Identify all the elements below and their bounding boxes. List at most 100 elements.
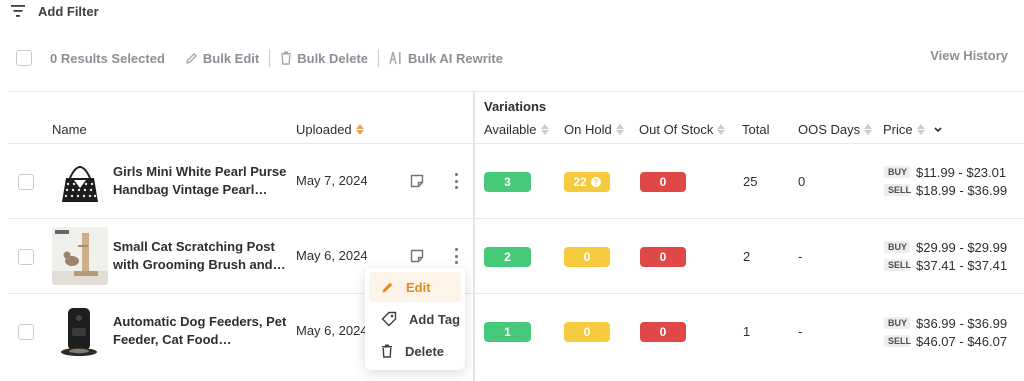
column-header-uploaded[interactable]: Uploaded (296, 122, 364, 137)
sort-icon[interactable] (864, 124, 873, 135)
out-of-stock-badge: 0 (640, 322, 686, 342)
price-header-label: Price (883, 122, 913, 137)
bulk-delete-label: Bulk Delete (297, 50, 369, 66)
buy-tag: BUY (884, 166, 910, 178)
pencil-icon (382, 282, 393, 292)
sort-icon[interactable] (916, 124, 925, 135)
buy-tag: BUY (884, 317, 910, 329)
on-hold-badge: 0 (564, 247, 610, 267)
row-checkbox[interactable] (18, 249, 34, 265)
note-icon[interactable] (410, 174, 424, 188)
table-row[interactable]: Girls Mini White Pearl Purse Handbag Vin… (8, 143, 1024, 218)
buy-price: $29.99 - $29.99 (916, 239, 1008, 255)
uploaded-date: May 7, 2024 (296, 173, 368, 188)
bulk-actions-bar: 0 Results Selected Bulk Edit Bulk Delete… (16, 46, 1024, 70)
view-history-link[interactable]: View History (930, 48, 1008, 63)
row-context-menu: Edit Add Tag Delete (365, 268, 465, 370)
available-count: 2 (504, 250, 511, 264)
table-row[interactable]: Automatic Dog Feeders, Pet Feeder, Cat F… (8, 293, 1024, 368)
on-hold-count: 0 (583, 325, 591, 339)
menu-item-delete-label: Delete (405, 343, 445, 359)
on-hold-badge[interactable]: 22 ? (564, 172, 610, 192)
column-header-available[interactable]: Available (484, 122, 549, 137)
menu-item-edit-label: Edit (406, 279, 431, 295)
menu-item-add-tag[interactable]: Add Tag (369, 304, 461, 334)
uploaded-date: May 6, 2024 (296, 248, 368, 263)
trash-icon (281, 51, 292, 65)
more-options-icon[interactable] (451, 171, 461, 191)
menu-item-add-tag-label: Add Tag (409, 311, 461, 327)
product-thumbnail-purse (52, 152, 108, 210)
product-name[interactable]: Small Cat Scratching Post with Grooming … (113, 238, 288, 274)
sell-price: $37.41 - $37.41 (916, 257, 1008, 273)
available-count: 3 (504, 175, 511, 189)
add-filter-button[interactable]: Add Filter (10, 0, 99, 22)
add-filter-label: Add Filter (38, 3, 99, 19)
sell-tag: SELL (884, 259, 911, 271)
sort-icon[interactable] (355, 124, 364, 135)
sort-icon[interactable] (540, 124, 549, 135)
out-of-stock-count: 0 (659, 175, 667, 189)
more-options-icon[interactable] (451, 246, 461, 266)
on-hold-count: 0 (583, 250, 591, 264)
chevron-down-icon[interactable] (933, 126, 943, 134)
oos-days-value: - (798, 324, 803, 339)
uploaded-header-label: Uploaded (296, 122, 352, 137)
available-badge: 2 (484, 247, 531, 267)
select-all-checkbox[interactable] (16, 50, 32, 66)
buy-price: $11.99 - $23.01 (916, 164, 1007, 180)
menu-item-edit[interactable]: Edit (369, 272, 461, 302)
bulk-edit-button[interactable]: Bulk Edit (185, 51, 259, 66)
menu-item-delete[interactable]: Delete (369, 336, 461, 366)
on-hold-count: 22 (573, 175, 587, 189)
column-header-on-hold[interactable]: On Hold (564, 122, 624, 137)
product-thumbnail-dog-feeder (52, 302, 108, 360)
price-cell: BUY $29.99 - $29.99 SELL $37.41 - $37.41 (884, 238, 1019, 274)
product-thumbnail-cat-post (52, 227, 108, 285)
sort-icon[interactable] (615, 124, 624, 135)
oos-days-value: 0 (798, 174, 806, 189)
note-icon[interactable] (410, 249, 424, 263)
out-of-stock-count: 0 (659, 250, 667, 264)
bulk-edit-label: Bulk Edit (202, 50, 260, 66)
out-of-stock-badge: 0 (640, 247, 686, 267)
pencil-icon (185, 52, 197, 64)
total-count: 2 (743, 249, 751, 264)
price-cell: BUY $36.99 - $36.99 SELL $46.07 - $46.07 (884, 314, 1019, 350)
total-header-label: Total (742, 122, 770, 137)
row-checkbox[interactable] (18, 174, 34, 190)
product-name[interactable]: Automatic Dog Feeders, Pet Feeder, Cat F… (113, 313, 288, 349)
buy-tag: BUY (884, 241, 910, 253)
out-of-stock-badge: 0 (640, 172, 686, 192)
available-count: 1 (504, 325, 511, 339)
on-hold-badge: 0 (564, 322, 610, 342)
oos-days-header-label: OOS Days (798, 122, 861, 137)
bulk-ai-rewrite-label: Bulk AI Rewrite (408, 50, 503, 66)
bulk-delete-button[interactable]: Bulk Delete (280, 51, 368, 66)
bulk-ai-rewrite-button[interactable]: Bulk AI Rewrite (389, 51, 503, 66)
results-selected-count: 0 Results Selected (50, 50, 165, 66)
variations-group-header: Variations (484, 99, 546, 114)
on-hold-header-label: On Hold (564, 122, 612, 137)
buy-price: $36.99 - $36.99 (916, 315, 1008, 331)
column-header-price[interactable]: Price (883, 122, 943, 137)
column-header-oos-days[interactable]: OOS Days (798, 122, 873, 137)
trash-icon (382, 344, 392, 358)
toolbar-divider (269, 49, 271, 67)
sort-icon[interactable] (717, 124, 726, 135)
table-row[interactable]: Small Cat Scratching Post with Grooming … (8, 218, 1024, 293)
available-badge: 3 (484, 172, 531, 192)
column-header-out-of-stock[interactable]: Out Of Stock (639, 122, 726, 137)
sell-tag: SELL (884, 335, 911, 347)
row-checkbox[interactable] (18, 324, 34, 340)
ai-text-icon (389, 51, 401, 65)
oos-days-value: - (798, 249, 803, 264)
name-header-label: Name (52, 122, 87, 137)
out-of-stock-count: 0 (659, 325, 667, 339)
price-cell: BUY $11.99 - $23.01 SELL $18.99 - $36.99 (884, 163, 1019, 199)
column-header-name: Name (52, 122, 87, 137)
sell-price: $46.07 - $46.07 (916, 333, 1008, 349)
help-icon[interactable]: ? (590, 177, 601, 187)
sell-price: $18.99 - $36.99 (916, 182, 1008, 198)
product-name[interactable]: Girls Mini White Pearl Purse Handbag Vin… (113, 163, 288, 199)
